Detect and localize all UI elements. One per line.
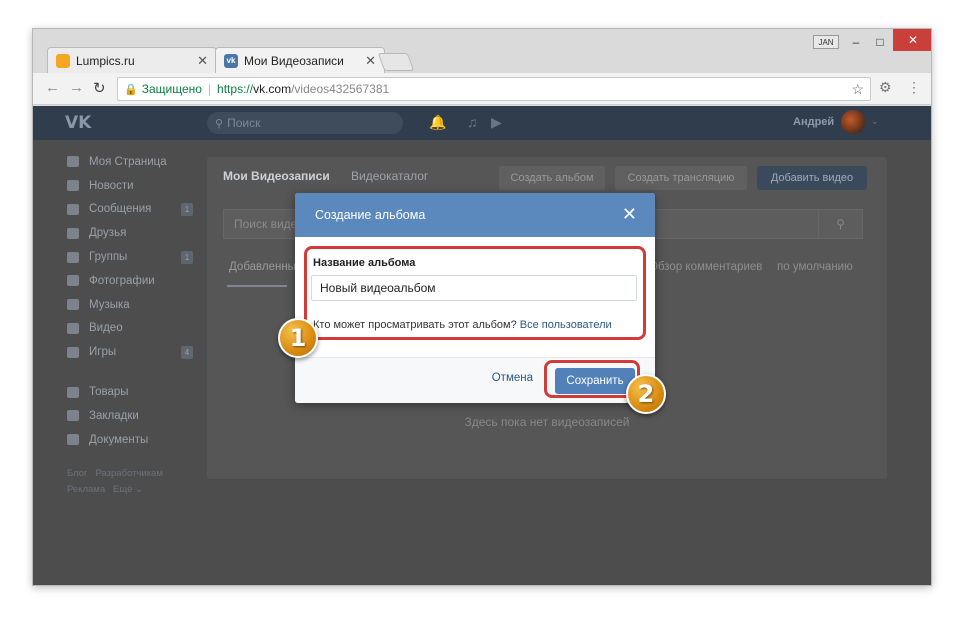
maximize-button[interactable]: □ <box>869 33 891 51</box>
tab-lumpics[interactable]: Lumpics.ru ✕ <box>47 47 217 73</box>
tab-videos[interactable]: vk Мои Видеозаписи ✕ <box>215 47 385 73</box>
privacy-question: Кто может просматривать этот альбом? <box>313 319 517 331</box>
dialog-body: Название альбома Новый видеоальбом Кто м… <box>295 237 655 403</box>
url-host: vk.com <box>253 82 292 96</box>
step-marker-1: 1 <box>278 318 318 358</box>
secure-label: Защищено <box>141 82 202 96</box>
forward-arrow-icon[interactable]: → <box>69 79 84 96</box>
new-tab-button[interactable] <box>377 53 415 71</box>
album-name-input[interactable]: Новый видеоальбом <box>311 275 637 301</box>
cancel-button[interactable]: Отмена <box>492 372 533 384</box>
tab-lumpics-title: Lumpics.ru <box>76 53 135 68</box>
browser-menu-icon[interactable]: ⋮ <box>907 79 921 96</box>
extension-icon[interactable]: ⚙ <box>879 79 892 96</box>
dialog-header: Создание альбома ✕ <box>295 193 655 237</box>
vk-favicon-icon: vk <box>224 53 238 68</box>
privacy-setting-link[interactable]: Все пользователи <box>520 319 612 331</box>
save-button[interactable]: Сохранить <box>555 368 635 394</box>
url-protocol: https:// <box>217 82 254 96</box>
bookmark-star-icon[interactable]: ☆ <box>851 81 864 98</box>
user-profile-badge[interactable]: JAN <box>813 35 839 49</box>
lock-icon: 🔒 <box>124 83 138 96</box>
reload-icon[interactable]: ↻ <box>93 79 106 97</box>
modal-overlay: Создание альбома ✕ Название альбома Новы… <box>33 106 931 585</box>
vk-page: VK ⚲ Поиск 🔔 ♫ ▶ Андрей ⌄ Моя Страница Н… <box>33 106 931 585</box>
close-icon[interactable]: ✕ <box>197 53 208 69</box>
lumpics-favicon-icon <box>56 53 70 68</box>
step-marker-2: 2 <box>626 374 666 414</box>
address-separator: | <box>207 82 212 96</box>
browser-titlebar: Lumpics.ru ✕ vk Мои Видеозаписи ✕ JAN – … <box>33 29 931 73</box>
close-icon[interactable]: ✕ <box>622 205 637 223</box>
dialog-title: Создание альбома <box>315 208 426 222</box>
browser-toolbar: ← → ↻ 🔒 Защищено | https:// vk.com /vide… <box>33 73 931 105</box>
tab-videos-title: Мои Видеозаписи <box>244 53 344 68</box>
back-arrow-icon[interactable]: ← <box>45 79 60 96</box>
dialog-footer: Отмена Сохранить <box>295 357 655 403</box>
window-close-button[interactable]: ✕ <box>893 29 931 51</box>
privacy-row: Кто может просматривать этот альбом? Все… <box>313 319 612 331</box>
url-path: /videos432567381 <box>291 82 390 96</box>
create-album-dialog: Создание альбома ✕ Название альбома Новы… <box>295 193 655 403</box>
address-bar[interactable]: 🔒 Защищено | https:// vk.com /videos4325… <box>117 77 871 101</box>
browser-window: Lumpics.ru ✕ vk Мои Видеозаписи ✕ JAN – … <box>32 28 932 586</box>
minimize-button[interactable]: – <box>845 33 867 51</box>
album-name-label: Название альбома <box>313 257 416 269</box>
close-icon[interactable]: ✕ <box>365 53 376 69</box>
